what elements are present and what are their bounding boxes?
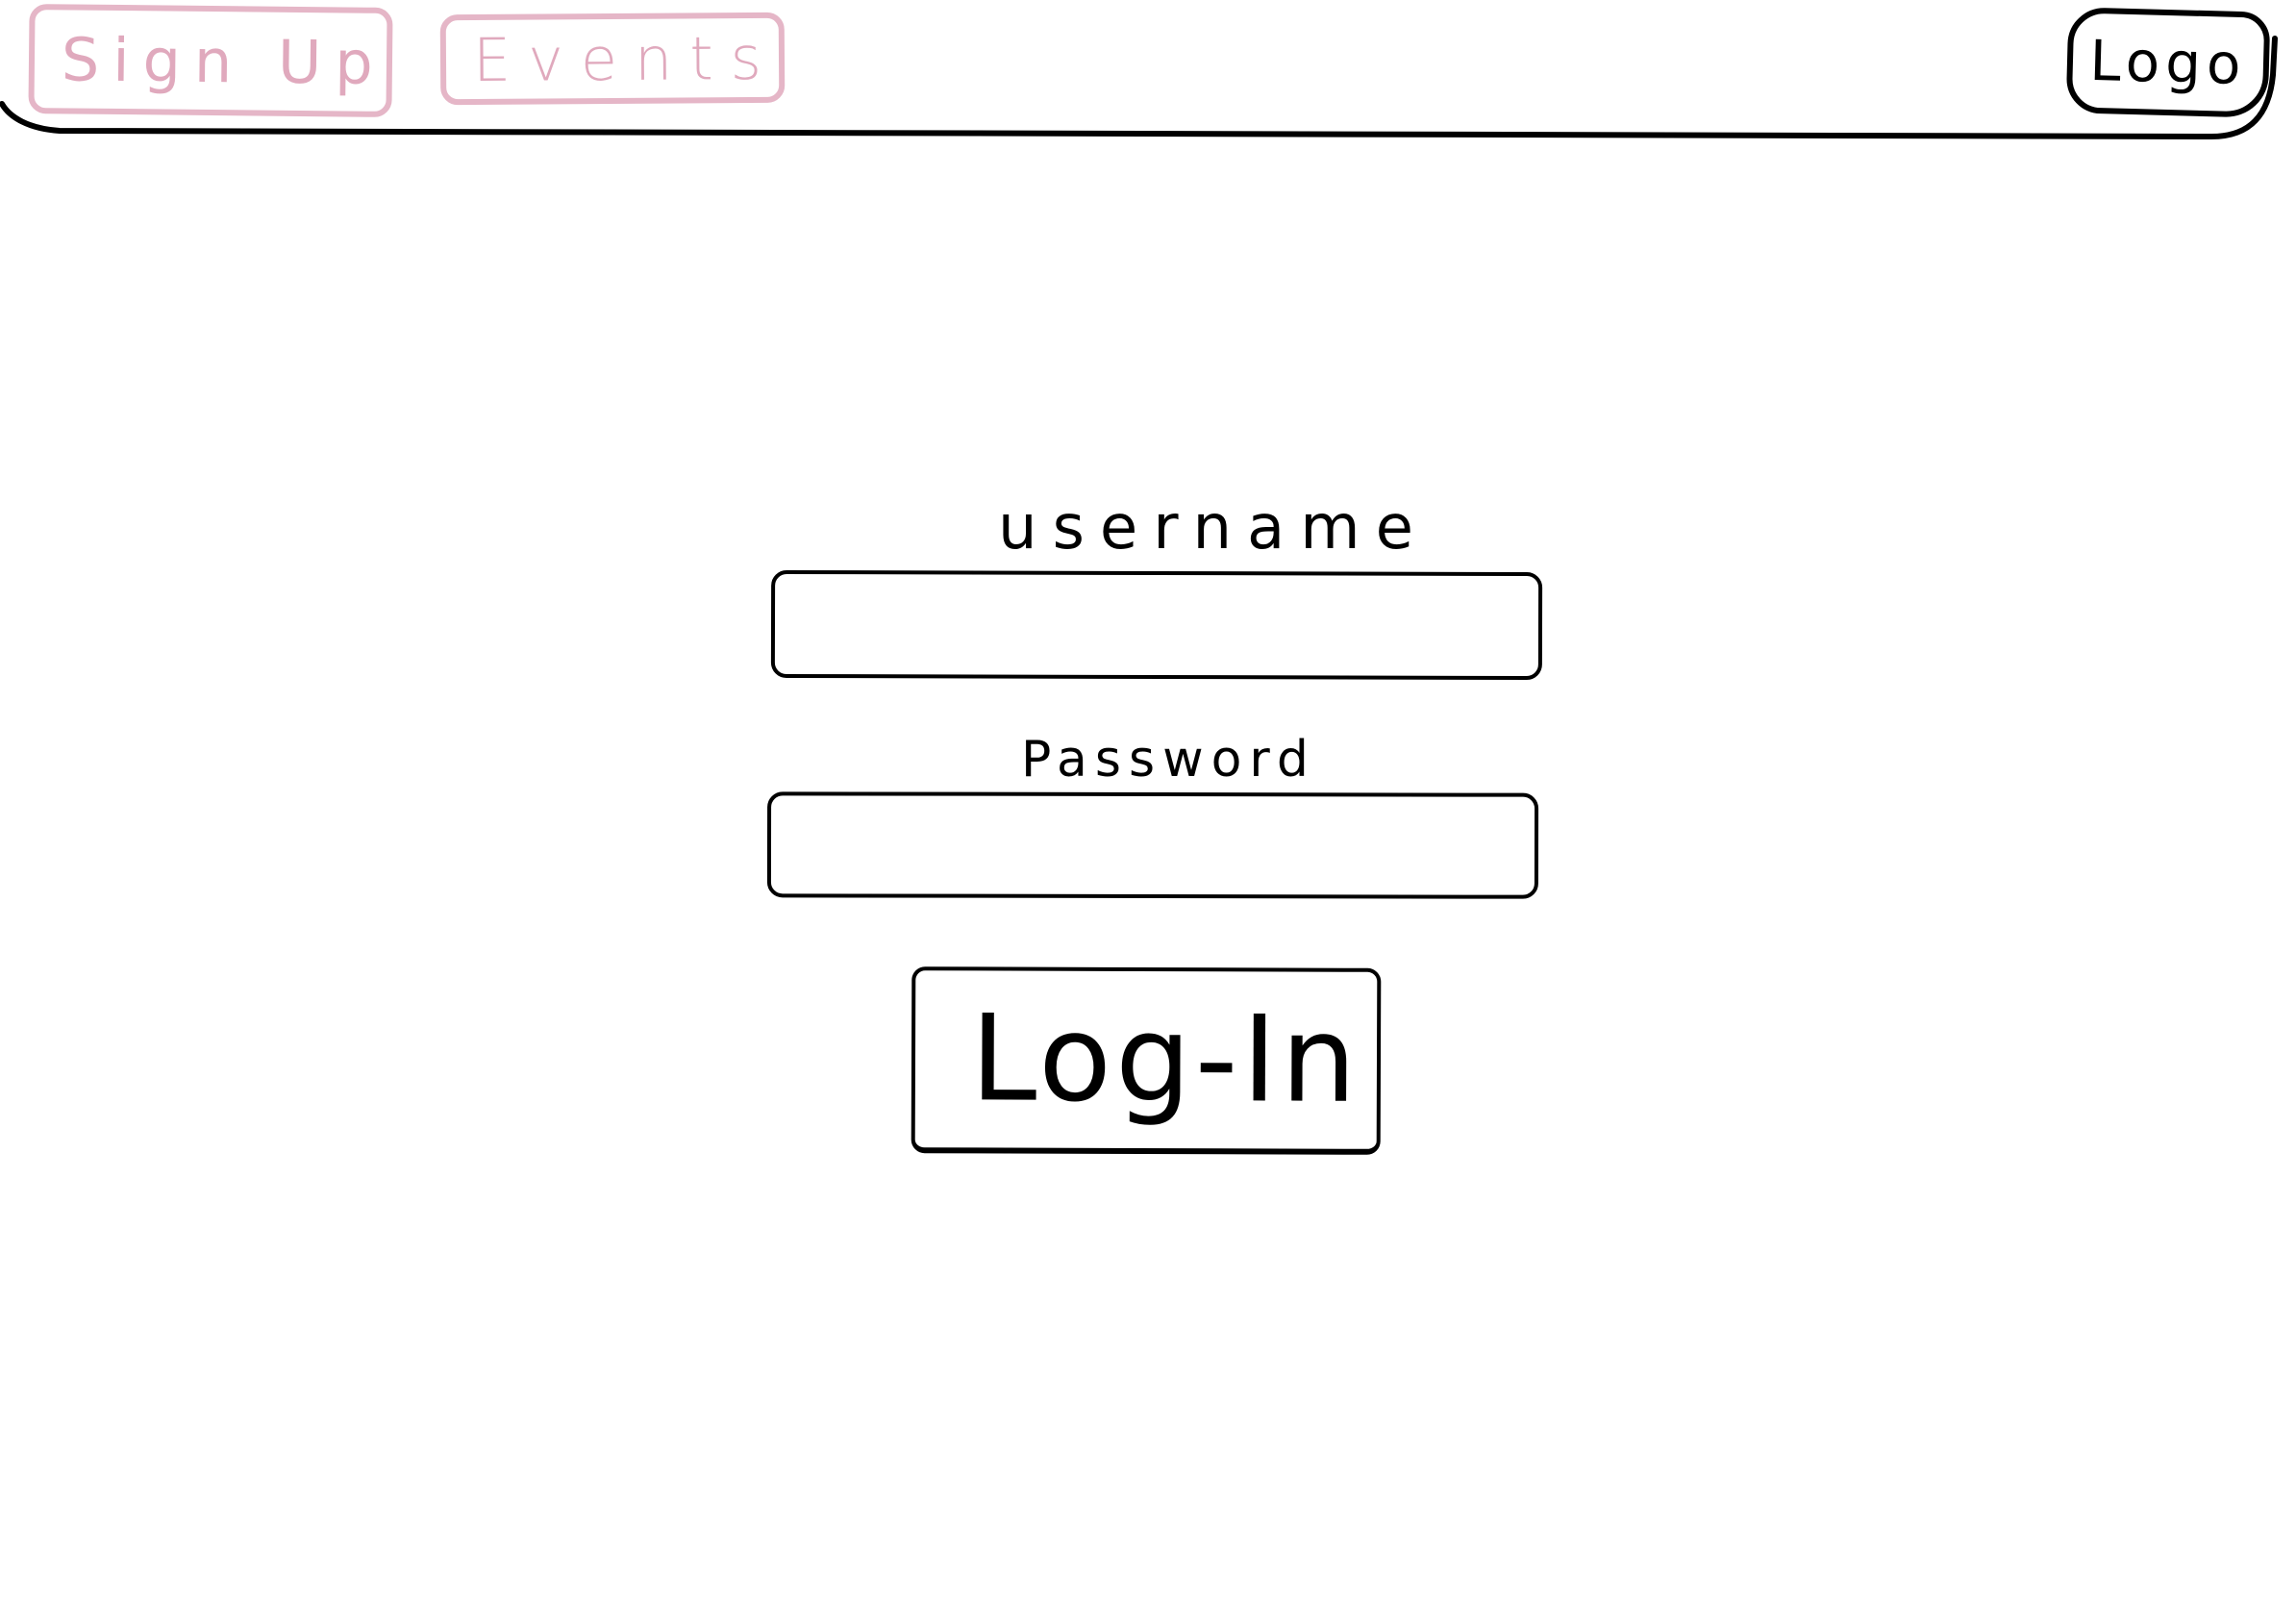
log-in-button[interactable]: Log-In — [911, 966, 1382, 1155]
events-button[interactable]: Events — [439, 12, 786, 106]
password-label: Password — [1021, 731, 1316, 789]
sign-up-button[interactable]: Sign Up — [28, 4, 393, 117]
logo: Logo — [2065, 7, 2271, 118]
username-label: username — [998, 492, 1429, 564]
password-input[interactable] — [766, 791, 1539, 899]
username-input[interactable] — [770, 569, 1543, 681]
